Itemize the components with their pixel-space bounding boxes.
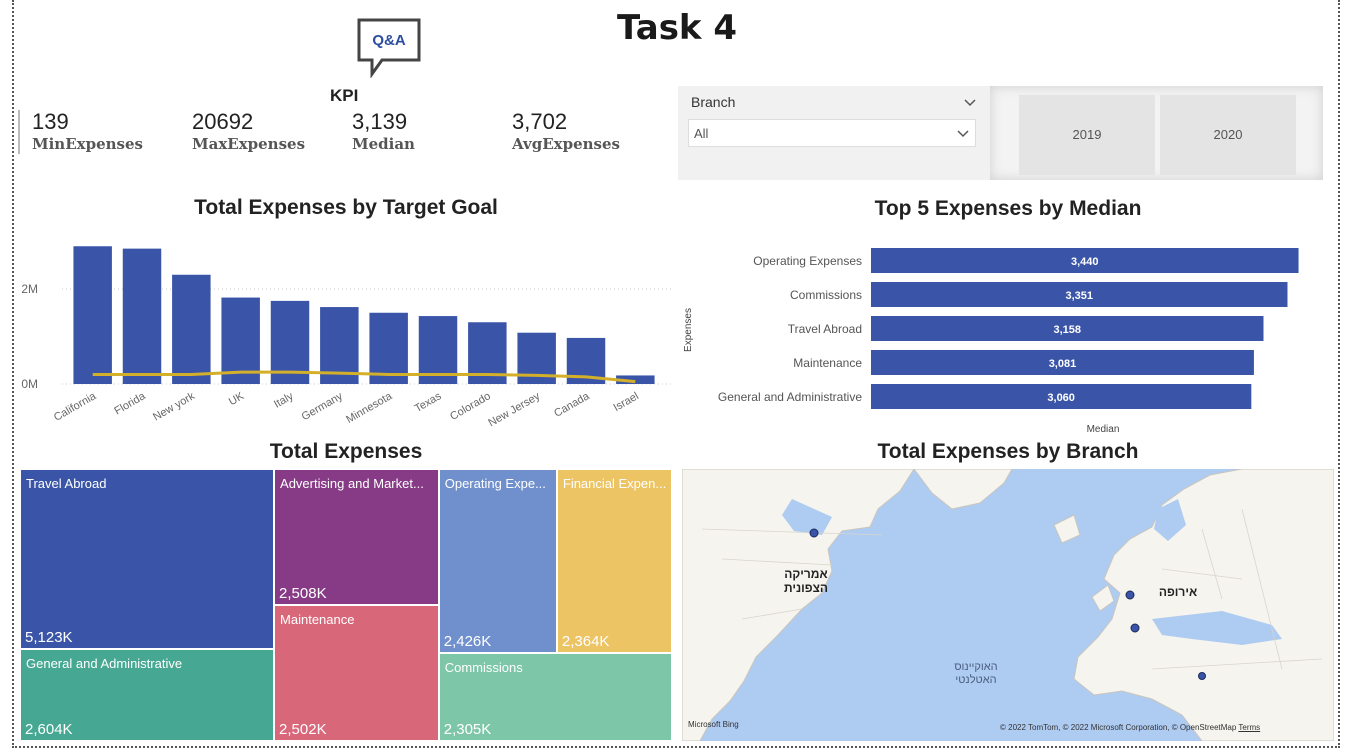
y-tick-label: Operating Expenses bbox=[753, 254, 862, 268]
treemap-title: Total Expenses bbox=[269, 440, 423, 463]
bar-value-label: 3,351 bbox=[1065, 290, 1093, 302]
treemap-cell[interactable]: Operating Expe... 2,426K bbox=[438, 469, 557, 653]
treemap: Travel Abroad 5,123K General and Administr… bbox=[20, 469, 672, 741]
map-label-north-america: אמריקה הצפונית bbox=[783, 567, 829, 595]
bar-value-label: 3,081 bbox=[1049, 358, 1077, 370]
goal-chart-title: Total Expenses by Target Goal bbox=[194, 196, 498, 219]
branch-dropdown-value: All bbox=[694, 126, 709, 141]
x-tick-label: Texas bbox=[413, 390, 444, 415]
bing-brand: Microsoft Bing bbox=[688, 720, 739, 729]
map-title: Total Expenses by Branch bbox=[877, 440, 1139, 463]
kpi-label: AvgExpenses bbox=[512, 135, 620, 153]
x-tick-label: UK bbox=[227, 390, 247, 408]
year-tile-2020[interactable]: 2020 bbox=[1160, 95, 1296, 175]
treemap-cell-label: Operating Expe... bbox=[444, 476, 546, 491]
y-axis-label: Expenses bbox=[683, 308, 694, 352]
bar[interactable] bbox=[73, 246, 112, 384]
y-tick-label: 2M bbox=[21, 282, 38, 296]
treemap-cell-label: Commissions bbox=[444, 659, 523, 675]
page-title: Task 4 bbox=[616, 8, 738, 48]
qa-button[interactable]: Q&A bbox=[356, 18, 422, 79]
kpi-card-max: 20692 MaxExpenses bbox=[192, 110, 305, 154]
kpi-label: MaxExpenses bbox=[192, 135, 306, 153]
treemap-cell-value: 2,364K bbox=[561, 632, 610, 650]
kpi-label: Median bbox=[352, 135, 415, 153]
branch-point[interactable] bbox=[1198, 672, 1206, 680]
treemap-cell-value: 5,123K bbox=[25, 629, 73, 647]
bing-logo: Microsoft Bing bbox=[688, 720, 739, 729]
kpi-value: 20692 bbox=[192, 109, 254, 134]
goal-chart: 0M 2M California Florida New york UK Italy Germ… bbox=[21, 246, 674, 429]
treemap-cell[interactable]: Financial Expen... 2,364K bbox=[556, 469, 672, 653]
branch-point[interactable] bbox=[1125, 590, 1135, 600]
branch-point[interactable] bbox=[1130, 623, 1140, 633]
kpi-divider bbox=[18, 110, 20, 154]
treemap-cell-value: 2,502K bbox=[279, 720, 327, 738]
y-tick-label: Travel Abroad bbox=[788, 322, 862, 336]
treemap-cell-label: Maintenance bbox=[280, 612, 355, 628]
x-tick-label: Germany bbox=[300, 390, 346, 423]
kpi-value: 139 bbox=[32, 109, 69, 134]
map-copyright: © 2022 TomTom, © 2022 Microsoft Corporat… bbox=[1000, 723, 1260, 732]
bar-value-label: 3,440 bbox=[1071, 256, 1099, 268]
map-copyright-text: © 2022 TomTom, © 2022 Microsoft Corporat… bbox=[1000, 723, 1237, 732]
treemap-cell-label: Financial Expen... bbox=[562, 476, 667, 491]
treemap-cell-value: 2,604K bbox=[25, 720, 73, 738]
kpi-value: 3,139 bbox=[352, 109, 408, 134]
top5-chart: 3,440 Operating Expenses 3,351 Commissions 3… bbox=[683, 248, 1299, 435]
year-tile-2019[interactable]: 2019 bbox=[1019, 95, 1155, 175]
qa-label: Q&A bbox=[372, 32, 406, 49]
collapse-chevron-icon[interactable] bbox=[964, 96, 976, 110]
top5-chart-title: Top 5 Expenses by Median bbox=[874, 197, 1142, 220]
treemap-cell-value: 2,508K bbox=[279, 585, 327, 603]
branch-dropdown[interactable]: All bbox=[688, 119, 976, 147]
treemap-cell-value: 2,426K bbox=[443, 632, 492, 650]
x-tick-label: Israel bbox=[612, 390, 641, 414]
year-slicer: 2019 2020 bbox=[990, 86, 1323, 180]
treemap-cell-label: General and Administrative bbox=[26, 656, 183, 672]
bar[interactable] bbox=[172, 274, 211, 384]
x-tick-label: Minnesota bbox=[344, 390, 395, 426]
treemap-cell-value: 2,305K bbox=[443, 720, 492, 738]
y-tick-label: General and Administrative bbox=[718, 390, 862, 404]
branch-point[interactable] bbox=[809, 528, 819, 538]
y-tick-label: Commissions bbox=[790, 288, 862, 302]
treemap-cell[interactable]: Travel Abroad 5,123K bbox=[20, 469, 275, 650]
map-label-atlantic: האוקיינוס האטלנטי bbox=[954, 661, 998, 686]
x-axis-label: Median bbox=[1087, 424, 1120, 435]
kpi-card-avg: 3,702 AvgExpenses bbox=[512, 110, 620, 154]
treemap-cell[interactable]: Advertising and Market... 2,508K bbox=[274, 469, 439, 606]
map-label-europe: אירופה bbox=[1158, 585, 1198, 599]
x-tick-label: Italy bbox=[272, 390, 296, 411]
map-land bbox=[682, 469, 1334, 741]
kpi-value: 3,702 bbox=[512, 109, 568, 134]
kpi-card-min: 139 MinExpenses bbox=[32, 110, 143, 154]
kpi-card-median: 3,139 Median bbox=[352, 110, 415, 154]
x-tick-label: New york bbox=[151, 390, 197, 424]
x-tick-label: Canada bbox=[552, 390, 592, 420]
bar[interactable] bbox=[122, 248, 162, 384]
bar-value-label: 3,060 bbox=[1047, 392, 1075, 404]
branch-slicer: Branch All bbox=[678, 86, 990, 180]
bar-value-label: 3,158 bbox=[1053, 324, 1081, 336]
treemap-cell-label: Travel Abroad bbox=[26, 476, 107, 491]
treemap-cell-label: Advertising and Market... bbox=[280, 476, 424, 491]
x-tick-label: Florida bbox=[112, 390, 148, 418]
x-tick-label: California bbox=[52, 390, 99, 424]
kpi-heading: KPI bbox=[330, 86, 359, 105]
branch-slicer-header: Branch bbox=[691, 94, 736, 110]
y-tick-label: 0M bbox=[21, 377, 38, 391]
branch-map[interactable]: אמריקה הצפונית אירופה האוקיינוס האטלנטי … bbox=[682, 469, 1334, 741]
kpi-label: MinExpenses bbox=[32, 135, 143, 153]
y-tick-label: Maintenance bbox=[793, 356, 862, 370]
treemap-cell[interactable]: Maintenance 2,502K bbox=[274, 605, 439, 741]
chevron-down-icon bbox=[957, 126, 969, 141]
treemap-cell[interactable]: General and Administrative 2,604K bbox=[20, 649, 275, 741]
map-terms-link[interactable]: Terms bbox=[1238, 723, 1260, 732]
treemap-cell[interactable]: Commissions 2,305K bbox=[438, 652, 672, 741]
x-tick-label: New Jersey bbox=[486, 390, 542, 429]
